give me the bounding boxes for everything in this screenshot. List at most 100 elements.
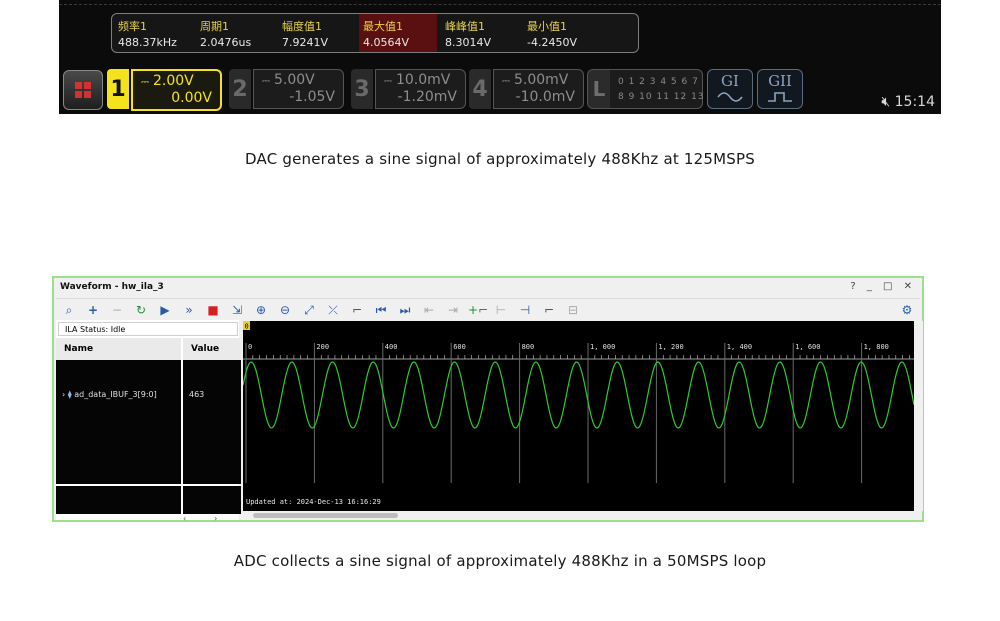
gear-icon[interactable]: ⚙ [898, 301, 916, 319]
cursor-marker-label: 0 [245, 323, 249, 331]
menu-grid-icon-cell [75, 91, 82, 98]
generator-label: GII [768, 72, 792, 90]
pulse-wave-icon [768, 92, 792, 102]
go-last-icon[interactable]: ⏭ [396, 301, 414, 319]
measurement-value: 2.0476us [200, 36, 252, 49]
channel-4-button[interactable]: 4 ⎓ 5.00mV -10.0mV [469, 69, 584, 109]
run-icon[interactable]: ▶ [156, 301, 174, 319]
measurement-period: 周期1 2.0476us [196, 14, 274, 52]
go-first-icon[interactable]: ⏮ [372, 301, 390, 319]
measurement-amplitude: 幅度值1 7.9241V [278, 14, 356, 52]
add-marker-icon[interactable]: +⌐ [468, 301, 488, 319]
signal-value-column-empty [183, 486, 241, 514]
main-menu-button[interactable] [63, 70, 103, 110]
channel-3-button[interactable]: 3 ⎓ 10.0mV -1.20mV [351, 69, 466, 109]
signal-name-column: › ⧫ ad_data_IBUF_3[9:0] [56, 360, 181, 484]
logic-channels-button[interactable]: L 0 1 2 3 4 5 6 7 8 9 10 11 12 13 14 15 [587, 69, 738, 109]
ruler-label: 0 [248, 343, 252, 351]
search-icon[interactable]: ⌕ [60, 301, 78, 319]
dc-coupling-icon: ⎓ [384, 76, 392, 87]
cursor-icon[interactable]: ⤫ [324, 301, 342, 319]
oscilloscope-screen: 频率1 488.37kHz 周期1 2.0476us 幅度值1 7.9241V … [59, 0, 941, 114]
channel-offset: -1.20mV [397, 89, 457, 105]
swap-icon[interactable]: ⌐ [540, 301, 558, 319]
marker-icon[interactable]: ⌐ [348, 301, 366, 319]
signal-row[interactable]: › ⧫ ad_data_IBUF_3[9:0] [62, 390, 157, 399]
run-all-icon[interactable]: » [180, 301, 198, 319]
channel-number: 4 [469, 69, 491, 109]
horizontal-scrollbar[interactable] [243, 511, 914, 520]
value-scrollbar[interactable]: ‹ › [183, 514, 241, 523]
channel-scale: ⎓ 10.0mV [384, 72, 450, 88]
zoom-fit-icon[interactable]: ⤢ [300, 301, 318, 319]
measurement-value: 7.9241V [282, 36, 329, 49]
refresh-icon[interactable]: ↻ [132, 301, 150, 319]
measurement-value: -4.2450V [527, 36, 577, 49]
ila-status: ILA Status: Idle [58, 322, 238, 336]
generator-label: GI [721, 72, 739, 90]
dc-coupling-icon: ⎓ [502, 76, 510, 87]
scrollbar-thumb[interactable] [253, 513, 398, 518]
measurement-label: 最小值1 [527, 20, 567, 33]
vertical-scrollbar[interactable] [914, 321, 923, 511]
waveform-plot: 0 200 400 600 800 1, 000 1, 200 1, 400 1, 600 1, … [243, 321, 914, 483]
waveform-canvas[interactable]: 0 200 400 600 800 1, 000 1, 200 1, 400 1, 600 1, … [243, 321, 914, 511]
adc-caption: ADC collects a sine signal of approximat… [233, 552, 767, 570]
measurement-label: 周期1 [200, 20, 229, 33]
channel-scale-value: 2.00V [152, 73, 194, 89]
name-column-header[interactable]: Name [56, 338, 181, 360]
remove-icon[interactable]: − [108, 301, 126, 319]
prev-marker-icon[interactable]: ⇤ [420, 301, 438, 319]
zoom-out-icon[interactable]: ⊖ [276, 301, 294, 319]
menu-grid-icon-cell [84, 82, 91, 89]
value-column-header[interactable]: Value [183, 338, 241, 360]
updated-timestamp: Updated at: 2024-Dec-13 16:16:29 [246, 498, 381, 506]
generator-1-button[interactable]: GI [707, 69, 753, 109]
channel-scale-value: 5.00mV [513, 72, 569, 88]
zoom-in-icon[interactable]: ⊕ [252, 301, 270, 319]
bus-icon: ⧫ [67, 390, 72, 399]
scope-clock: 🔇︎ 15:14 [881, 94, 935, 110]
delta-icon[interactable]: ⊟ [564, 301, 582, 319]
channel-number: 2 [229, 69, 251, 109]
channel-scale-value: 5.00V [273, 72, 315, 88]
ruler-label: 600 [453, 343, 466, 351]
measurement-label: 幅度值1 [282, 20, 322, 33]
measurement-min: 最小值1 -4.2450V [523, 14, 601, 52]
ruler-label: 1, 000 [590, 343, 615, 351]
measurement-value: 8.3014V [445, 36, 492, 49]
signal-value-column: 463 [183, 360, 241, 484]
measurement-value: 488.37kHz [118, 36, 177, 49]
dc-coupling-icon: ⎓ [262, 76, 270, 87]
window-controls[interactable]: ? _ □ ✕ [850, 281, 916, 292]
speaker-muted-icon[interactable]: 🔇︎ [881, 94, 890, 110]
channel-scale: ⎓ 2.00V [141, 73, 194, 89]
channel-settings: ⎓ 2.00V 0.00V [131, 69, 222, 111]
channel-2-button[interactable]: 2 ⎓ 5.00V -1.05V [229, 69, 344, 109]
scope-grid-line [59, 0, 941, 5]
ruler-label: 200 [316, 343, 329, 351]
next-marker-icon[interactable]: ⇥ [444, 301, 462, 319]
measurement-label: 峰峰值1 [445, 20, 485, 33]
sine-wave-icon [717, 92, 743, 102]
channel-1-button[interactable]: 1 ⎓ 2.00V 0.00V [107, 69, 222, 111]
next-edge-icon[interactable]: ⊣ [516, 301, 534, 319]
ruler-label: 1, 800 [864, 343, 889, 351]
expand-chevron-icon[interactable]: › [62, 390, 65, 399]
signal-name-column-empty [56, 486, 181, 514]
dac-caption: DAC generates a sine signal of approxima… [245, 150, 755, 168]
channel-scale-value: 10.0mV [395, 72, 451, 88]
generator-2-button[interactable]: GII [757, 69, 803, 109]
menu-grid-icon [75, 82, 82, 89]
stop-icon[interactable]: ■ [204, 301, 222, 319]
export-icon[interactable]: ⇲ [228, 301, 246, 319]
logic-label: L [588, 70, 610, 108]
prev-edge-icon[interactable]: ⊢ [492, 301, 510, 319]
signal-name: ad_data_IBUF_3[9:0] [74, 390, 157, 399]
sine-waveform [243, 361, 914, 429]
channel-bar: 1 ⎓ 2.00V 0.00V 2 ⎓ 5.00V -1.05V 3 ⎓ 10.0mV… [59, 67, 941, 113]
channel-settings: ⎓ 5.00mV -10.0mV [493, 69, 584, 109]
add-icon[interactable]: + [84, 301, 102, 319]
menu-grid-icon-cell [84, 91, 91, 98]
measurement-value: 4.0564V [363, 36, 410, 49]
